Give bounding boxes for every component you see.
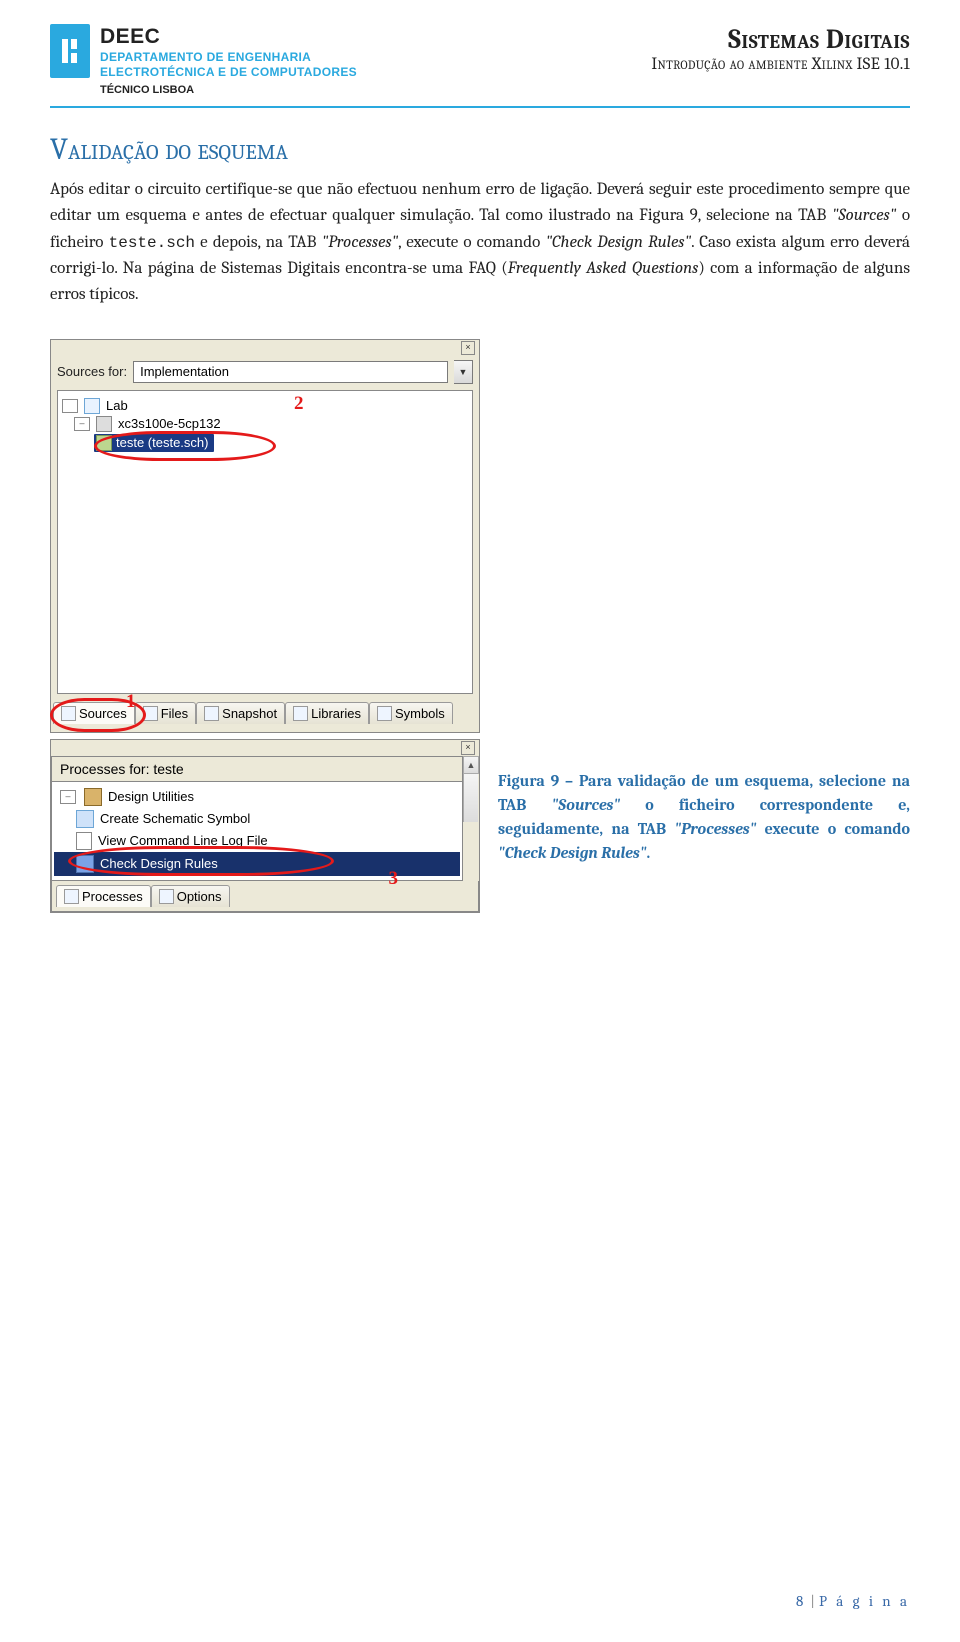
processes-pane: × Processes for: teste – Design Utilitie… [50,739,480,913]
caption-text: "Sources" [552,796,621,814]
tab-options[interactable]: Options [151,885,230,907]
tab-processes-label: Processes [82,889,143,904]
proc-row-utilities[interactable]: – Design Utilities [54,786,460,808]
processes-tree[interactable]: – Design Utilities Create Schematic Symb… [51,782,463,881]
para-text: "Processes" [322,233,399,252]
tab-symbols[interactable]: Symbols [369,702,453,724]
scroll-track[interactable] [463,774,478,822]
dept-line1: DEPARTAMENTO DE ENGENHARIA [100,50,357,65]
annotation-oval-2 [94,431,276,461]
tree-root-label: Lab [106,398,128,413]
tab-snapshot-label: Snapshot [222,706,277,721]
collapse-icon[interactable] [62,399,78,413]
figure-caption: Figura 9 – Para validação de um esquema,… [498,769,910,865]
chevron-down-icon[interactable]: ▼ [454,360,473,384]
close-icon[interactable]: × [461,341,475,355]
callout-2: 2 [294,393,304,415]
tab-processes[interactable]: Processes [56,885,151,907]
sources-pane: × Sources for: Implementation ▼ Lab [50,339,480,733]
proc-utilities-label: Design Utilities [108,789,194,804]
project-icon [84,398,100,414]
tab-snapshot-icon [204,706,219,721]
footer-separator: | [810,1592,815,1610]
dept-foot: TÉCNICO LISBOA [100,84,357,98]
tab-options-label: Options [177,889,222,904]
header-right: Sistemas Digitais Introdução ao ambiente… [651,24,910,74]
tab-files-label: Files [161,706,188,721]
sources-for-bar: Sources for: Implementation ▼ [51,356,479,388]
refresh-icon [76,810,94,828]
callout-3: 3 [389,868,399,890]
scroll-up-icon[interactable]: ▲ [463,756,479,774]
tab-libraries-icon [293,706,308,721]
proc-row-create[interactable]: Create Schematic Symbol [54,808,460,830]
ist-logo-icon [50,24,90,78]
figure-screenshot: × Sources for: Implementation ▼ Lab [50,339,480,913]
caption-text: execute o comando [756,820,910,838]
annotation-oval-3 [68,846,334,876]
tree-row-device[interactable]: – xc3s100e-5cp132 [60,415,470,433]
chip-icon [96,416,112,432]
para-text: , execute o comando [398,233,545,252]
tab-snapshot[interactable]: Snapshot [196,702,285,724]
caption-text: "Check Design Rules" [498,844,646,862]
para-text: "Sources" [832,206,896,225]
pane-titlebar: × [51,740,479,756]
scrollbar[interactable]: ▲ [463,756,479,881]
caption-text: "Processes" [674,820,756,838]
para-code: teste.sch [109,234,195,252]
sources-for-label: Sources for: [57,364,127,379]
page-footer: 8|P á g i n a [796,1592,910,1610]
tab-libraries[interactable]: Libraries [285,702,369,724]
tab-processes-icon [64,889,79,904]
proc-create-label: Create Schematic Symbol [100,811,250,826]
para-text: e depois, na TAB [195,233,322,252]
page-header: DEEC DEPARTAMENTO DE ENGENHARIA ELECTROT… [50,24,910,108]
tab-symbols-icon [377,706,392,721]
processes-tabs: Processes Options [51,881,479,912]
body-paragraph: Após editar o circuito certifique-se que… [50,177,910,309]
para-text: "Check Design Rules" [545,233,691,252]
sources-tabs: Sources Files Snapshot Libraries [51,700,479,728]
tab-libraries-label: Libraries [311,706,361,721]
dept-abbr: DEEC [100,24,357,50]
expand-icon[interactable]: – [74,417,90,431]
document-subtitle: Introdução ao ambiente Xilinx ISE 10.1 [651,55,910,74]
document-title: Sistemas Digitais [651,24,910,55]
tree-row-root[interactable]: Lab [60,397,470,415]
expand-icon[interactable]: – [60,790,76,804]
close-icon[interactable]: × [461,741,475,755]
dept-line2: ELECTROTÉCNICA E DE COMPUTADORES [100,65,357,80]
tab-sources[interactable]: Sources [53,702,135,724]
caption-text: . [646,844,650,862]
tab-options-icon [159,889,174,904]
para-text: Frequently Asked Questions [508,259,699,278]
sources-for-dropdown[interactable]: Implementation [133,361,448,383]
processes-title: Processes for: teste [51,756,463,782]
para-text: Após editar o circuito certifique-se que… [50,180,910,225]
pane-titlebar: × [51,340,479,356]
callout-1: 1 [126,691,136,713]
tree-device-label: xc3s100e-5cp132 [118,416,221,431]
logo-block: DEEC DEPARTAMENTO DE ENGENHARIA ELECTROT… [50,24,357,98]
page-label: P á g i n a [819,1592,910,1610]
tab-symbols-label: Symbols [395,706,445,721]
department-block: DEEC DEPARTAMENTO DE ENGENHARIA ELECTROT… [100,24,357,98]
sources-for-value: Implementation [140,364,229,379]
tools-icon [84,788,102,806]
page-number: 8 [796,1592,806,1610]
sources-tree[interactable]: Lab – xc3s100e-5cp132 teste (teste.sch) [57,390,473,694]
section-title: Validação do esquema [50,132,910,167]
file-icon [76,832,92,850]
